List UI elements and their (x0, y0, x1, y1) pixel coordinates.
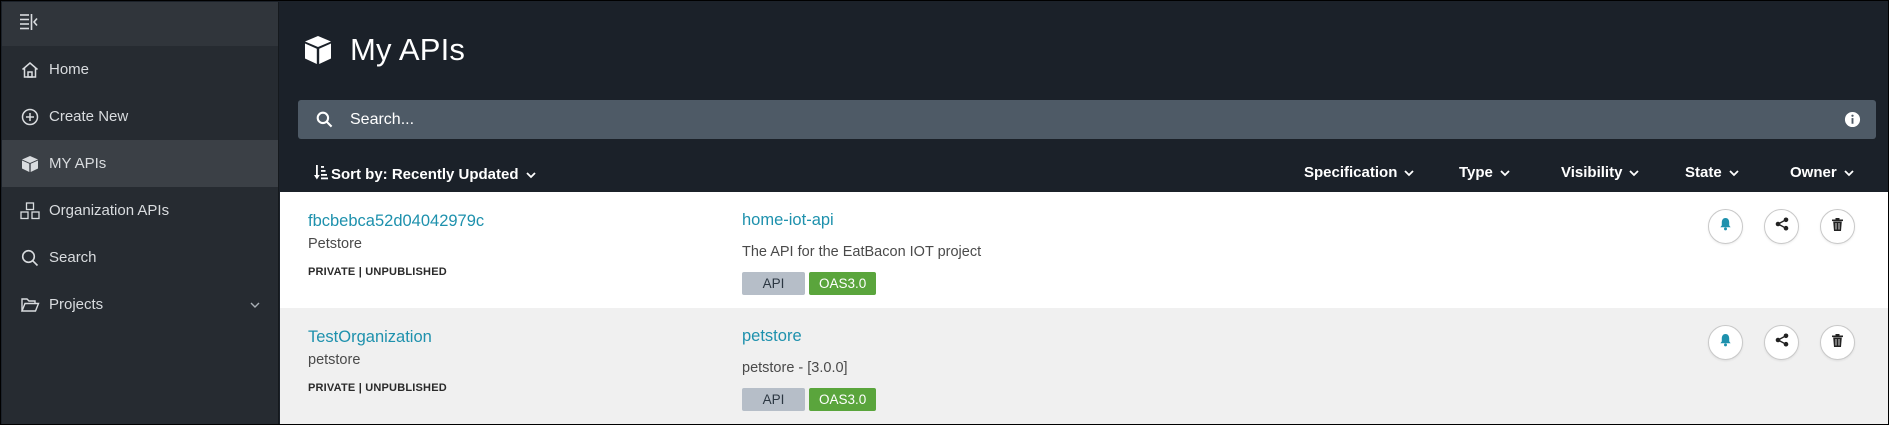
filter-specification[interactable]: Specification (1304, 164, 1414, 181)
sidebar-item-label: MY APIs (49, 155, 107, 172)
filter-label: Specification (1304, 164, 1398, 181)
collapse-sidebar-button[interactable] (2, 2, 278, 46)
api-group: Petstore (308, 236, 362, 252)
owner-link[interactable]: TestOrganization (308, 328, 432, 347)
api-list-item: fbcbebca52d04042979c Petstore PRIVATE | … (280, 192, 1888, 308)
sort-filter-bar: Sort by: Recently Updated Specification … (280, 154, 1888, 190)
share-icon (1775, 333, 1789, 352)
chevron-down-icon (1629, 164, 1640, 181)
chevron-down-icon (1404, 164, 1414, 181)
api-tags: API OAS3.0 (742, 388, 880, 411)
filter-label: Visibility (1561, 164, 1623, 181)
api-name-link[interactable]: home-iot-api (742, 211, 834, 230)
sidebar-item-search[interactable]: Search (2, 234, 278, 281)
sidebar-item-label: Organization APIs (49, 202, 170, 219)
sidebar-item-create-new[interactable]: Create New (2, 93, 278, 140)
sidebar-item-label: Home (49, 61, 90, 78)
sidebar-item-my-apis[interactable]: MY APIs (2, 140, 278, 187)
search-icon (19, 247, 41, 269)
delete-button[interactable] (1820, 209, 1855, 244)
info-icon[interactable] (1844, 111, 1862, 129)
sort-label: Sort by: Recently Updated (331, 165, 519, 183)
visibility-status: PRIVATE | UNPUBLISHED (308, 266, 447, 278)
filter-label: State (1685, 164, 1722, 181)
notifications-button[interactable] (1708, 325, 1743, 360)
notifications-button[interactable] (1708, 209, 1743, 244)
filter-state[interactable]: State (1685, 164, 1739, 181)
cubes-icon (19, 200, 41, 222)
spec-badge: OAS3.0 (809, 272, 877, 295)
sidebar-item-projects[interactable]: Projects (2, 281, 278, 328)
chevron-down-icon (1500, 164, 1510, 181)
chevron-down-icon (525, 166, 536, 183)
filter-visibility[interactable]: Visibility (1561, 164, 1640, 181)
chevron-down-icon (1844, 164, 1854, 181)
share-button[interactable] (1764, 209, 1799, 244)
cube-icon (302, 34, 334, 66)
sort-amount-icon (314, 164, 328, 184)
page-title: My APIs (350, 32, 466, 67)
filter-owner[interactable]: Owner (1790, 164, 1854, 181)
api-description: petstore - [3.0.0] (742, 360, 848, 376)
filter-label: Owner (1790, 164, 1837, 181)
sidebar-item-label: Create New (49, 108, 129, 125)
trash-icon (1832, 333, 1843, 352)
delete-button[interactable] (1820, 325, 1855, 360)
api-group: petstore (308, 352, 361, 368)
main-content: My APIs Sort by: Recently Updated (280, 2, 1888, 424)
row-actions (1708, 209, 1876, 244)
folder-open-icon (19, 294, 41, 316)
api-tags: API OAS3.0 (742, 272, 880, 295)
visibility-status: PRIVATE | UNPUBLISHED (308, 382, 447, 394)
owner-link[interactable]: fbcbebca52d04042979c (308, 212, 484, 231)
cube-icon (19, 153, 41, 175)
filter-type[interactable]: Type (1459, 164, 1510, 181)
bell-icon (1719, 333, 1732, 352)
share-icon (1775, 217, 1789, 236)
sidebar-item-organization-apis[interactable]: Organization APIs (2, 187, 278, 234)
api-description: The API for the EatBacon IOT project (742, 244, 982, 260)
sort-dropdown[interactable]: Sort by: Recently Updated (314, 164, 536, 184)
plus-circle-icon (19, 106, 41, 128)
api-name-link[interactable]: petstore (742, 327, 802, 346)
search-icon (316, 111, 336, 128)
collapse-menu-icon (19, 13, 39, 36)
chevron-down-icon (250, 296, 260, 313)
search-input[interactable] (350, 110, 1844, 129)
row-actions (1708, 325, 1876, 360)
spec-badge: OAS3.0 (809, 388, 877, 411)
search-bar (298, 100, 1876, 139)
type-badge: API (742, 388, 805, 411)
sidebar-item-label: Search (49, 249, 97, 266)
sidebar-item-label: Projects (49, 296, 104, 313)
type-badge: API (742, 272, 805, 295)
chevron-down-icon (1729, 164, 1739, 181)
filter-label: Type (1459, 164, 1493, 181)
page-header: My APIs (280, 2, 1888, 98)
trash-icon (1832, 217, 1843, 236)
sidebar: Home Create New MY APIs Organization API… (2, 2, 279, 424)
api-list-item: TestOrganization petstore PRIVATE | UNPU… (280, 308, 1888, 424)
bell-icon (1719, 217, 1732, 236)
sidebar-item-home[interactable]: Home (2, 46, 278, 93)
home-icon (19, 59, 41, 81)
share-button[interactable] (1764, 325, 1799, 360)
